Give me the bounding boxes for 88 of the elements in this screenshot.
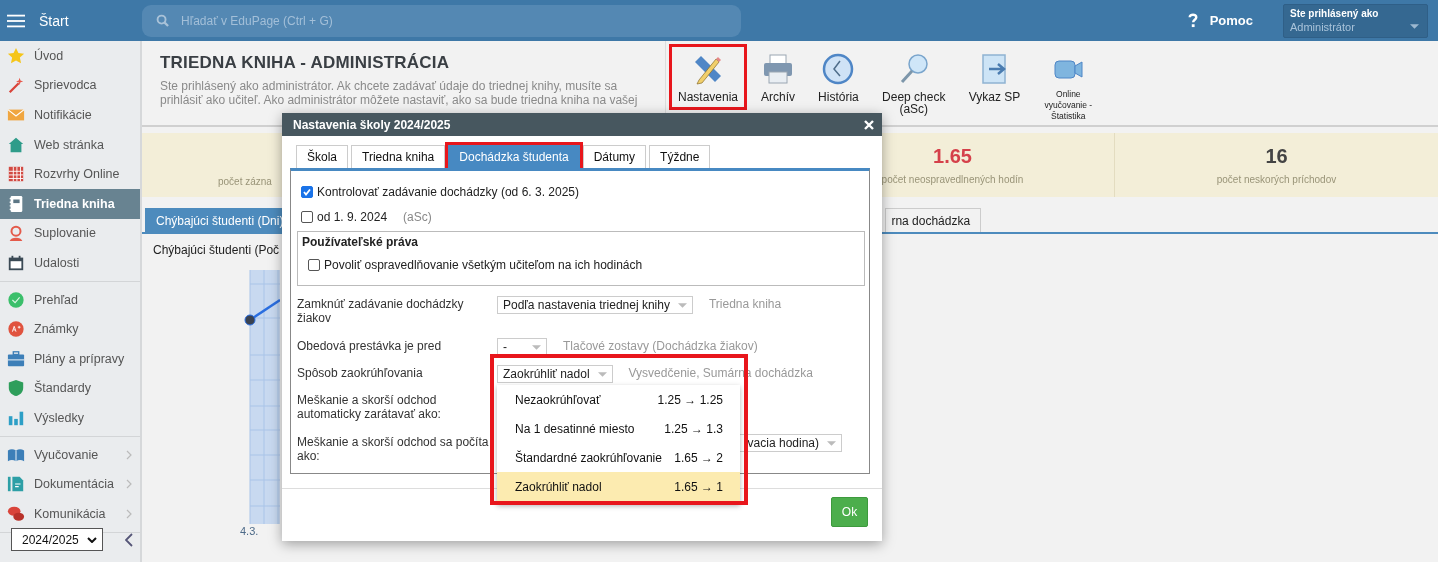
toolbar-button[interactable]: Nastavenia [669, 44, 748, 110]
sidebar-item[interactable]: Udalosti [0, 248, 140, 278]
person-icon [7, 224, 25, 243]
shield-icon [7, 379, 25, 398]
sidebar-item[interactable]: Notifikácie [0, 100, 140, 130]
sidebar-item[interactable]: Známky [0, 314, 140, 344]
check-circle-icon [7, 290, 25, 309]
toolbar-button[interactable]: Vykaz SP [959, 44, 1030, 110]
home-link[interactable]: Štart [39, 12, 69, 29]
select-field[interactable]: Zaokrúhliť nadol [497, 365, 613, 383]
toolbar-button[interactable]: Deep check (aSc) [869, 44, 958, 122]
toolbar-button[interactable]: História [809, 44, 868, 110]
tab[interactable]: Triedna kniha [351, 145, 446, 168]
sidebar-item[interactable]: Suplovanie [0, 218, 140, 249]
dropdown-option[interactable]: Nezaokrúhľovať 1.25 → 1.25 [497, 385, 740, 414]
dropdown-option[interactable]: Na 1 desatinné miesto 1.25 → 1.3 [497, 414, 740, 443]
checkbox[interactable] [301, 186, 313, 198]
tab[interactable]: Škola [296, 145, 349, 168]
caret-icon [1410, 23, 1419, 29]
menu-icon[interactable] [7, 13, 25, 28]
setting-note: Tlačové zostavy (Dochádzka žiakov) [563, 339, 758, 353]
setting-label: Obedová prestávka je pred [297, 339, 443, 353]
setting-label: Meškanie a skorší odchod sa počíta ako: [297, 435, 490, 463]
setting-note: Triedna kniha [708, 297, 782, 311]
checkbox[interactable] [308, 259, 320, 271]
close-icon[interactable] [864, 119, 874, 130]
sidebar-item[interactable]: Výsledky [0, 403, 140, 433]
sidebar-item[interactable]: Plány a prípravy [0, 343, 140, 374]
checkbox[interactable] [301, 211, 313, 223]
stat-value: 1.65 [933, 145, 972, 168]
intro-text: Ste prihlásený ako administrátor. Ak chcete zadávať údaje do triednej knihy, musíte sa prihlásiť ako učiteľ. Ako administrátor môžete nastaviť, ako sa bude triedna kniha na vašej [160, 80, 639, 107]
help-icon[interactable] [1187, 13, 1198, 28]
stat-label: počet neospravedlnených hodín [881, 174, 1024, 185]
house-icon [7, 135, 25, 154]
chat-icon [7, 504, 25, 523]
page-title: TRIEDNA KNIHA - ADMINISTRÁCIA [160, 53, 451, 73]
collapse-icon[interactable] [125, 532, 133, 547]
stat-label: počet neskorých príchodov [1216, 174, 1337, 185]
toolbar-button[interactable]: Online vyučovanie - Štatistika [1031, 44, 1106, 129]
group-title: Používateľské práva [302, 235, 419, 249]
caret-icon [597, 371, 607, 377]
sidebar-item[interactable]: Vyučovanie [0, 439, 140, 470]
sidebar-item[interactable]: Dokumentácia [0, 469, 140, 499]
year-select[interactable]: 2024/2025 [11, 528, 103, 551]
sidebar-item[interactable]: Rozvrhy Online [0, 159, 140, 189]
search-icon [156, 14, 169, 27]
dropdown-option[interactable]: Štandardné zaokrúhľovanie 1.65 → 2 [497, 443, 740, 472]
setting-label: Spôsob zaokrúhľovania [297, 366, 424, 380]
toolbar-button[interactable]: Archív [749, 44, 808, 110]
chevron-down-icon [87, 536, 97, 543]
note-text: (aSc) [403, 210, 432, 224]
checkbox-label: od 1. 9. 2024 [317, 210, 388, 224]
notebook-icon [7, 194, 25, 213]
caret-icon [677, 302, 687, 308]
help-label[interactable]: Pomoc [1209, 13, 1253, 28]
setting-label: Meškanie a skorší odchod automaticky zarátavať ako: [297, 393, 442, 421]
sidebar-item[interactable]: Štandardy [0, 373, 140, 404]
sidebar-item[interactable]: Web stránka [0, 129, 140, 160]
user-menu[interactable]: Ste prihlásený ako Administrátor [1283, 3, 1428, 38]
tab[interactable]: Dátumy [582, 145, 647, 168]
sidebar-item[interactable]: Prehľad [0, 284, 140, 315]
document-icon [7, 475, 25, 494]
star-icon [7, 46, 25, 65]
caret-icon [532, 344, 541, 350]
setting-label: Zamknúť zadávanie dochádzky žiakov [297, 297, 465, 325]
calendar-icon [7, 253, 25, 272]
tab[interactable]: rna dochádzka [885, 208, 982, 232]
caret-icon [827, 440, 836, 446]
calendar-grid-icon [7, 165, 25, 184]
briefcase-icon [7, 349, 25, 368]
magic-wand-icon [7, 76, 25, 95]
tab[interactable]: Dochádzka študenta [448, 145, 580, 168]
stat-label: počet zázna [218, 176, 272, 187]
sidebar-item[interactable]: Sprievodca [0, 70, 140, 101]
stat-value: 16 [1265, 145, 1288, 168]
axis-label: 4.3. [240, 525, 259, 537]
sidebar-item[interactable]: Komunikácia [0, 498, 140, 529]
dropdown-option[interactable]: Zaokrúhliť nadol 1.65 → 1 [497, 472, 740, 501]
sidebar-item[interactable]: Triedna kniha [0, 188, 140, 219]
printer-icon [762, 53, 795, 85]
grade-icon [7, 320, 25, 339]
dialog-title: Nastavenia školy 2024/2025 [293, 117, 451, 132]
sidebar-item[interactable]: Úvod [0, 41, 140, 71]
clock-icon [822, 53, 855, 85]
select-field[interactable]: Podľa nastavenia triednej knihy [497, 296, 693, 314]
tab[interactable]: Týždne [649, 145, 711, 168]
checkbox-label: Kontrolovať zadávanie dochádzky (od 6. 3. 2025) [317, 185, 579, 199]
checkbox-label: Povoliť ospravedlňovanie všetkým učiteľom na ich hodinách [324, 258, 643, 272]
